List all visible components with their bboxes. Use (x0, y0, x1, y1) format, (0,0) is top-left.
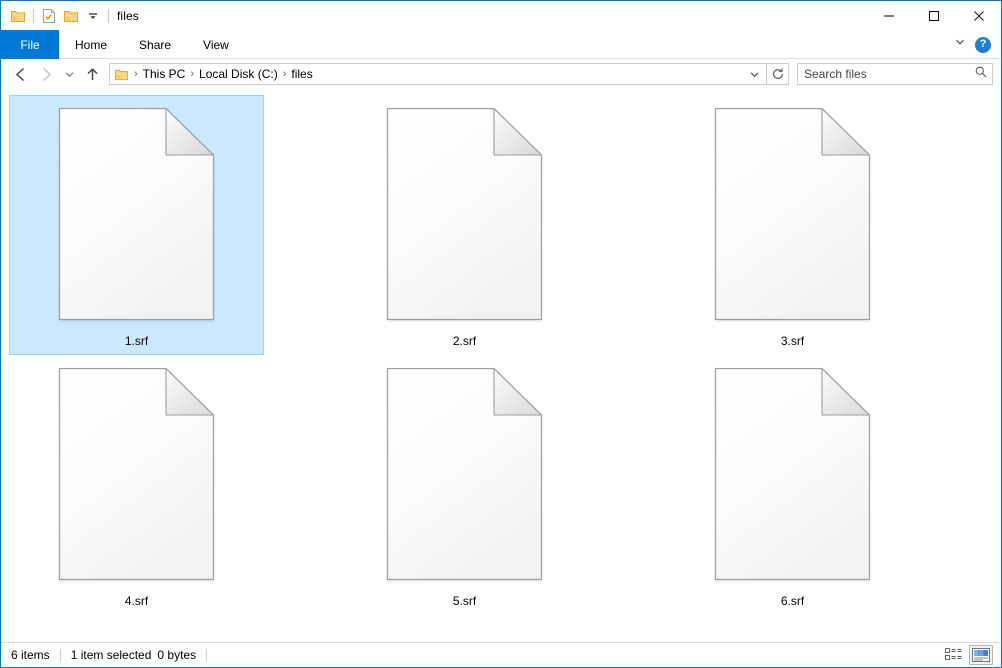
file-label: 4.srf (124, 594, 149, 608)
up-button[interactable] (79, 61, 105, 87)
view-mode-buttons (941, 645, 993, 665)
properties-icon[interactable] (38, 5, 60, 27)
status-selection: 1 item selected (70, 648, 152, 662)
large-icons-view-button[interactable] (969, 645, 993, 665)
search-input[interactable] (804, 67, 974, 81)
new-folder-icon[interactable] (60, 5, 82, 27)
ribbon-tabs: File Home Share View ? (1, 30, 1001, 59)
explorer-window: files File Home Share View ? › This PC ›… (0, 0, 1002, 668)
ribbon-right-controls: ? (953, 30, 997, 59)
breadcrumb-folder-icon[interactable] (114, 67, 129, 82)
details-view-button[interactable] (941, 645, 965, 665)
file-label: 3.srf (780, 334, 805, 348)
window-title: files (117, 8, 139, 23)
file-page-icon (387, 107, 543, 320)
file-item[interactable]: 4.srf (9, 355, 264, 615)
breadcrumb-separator-0: › (134, 68, 138, 80)
file-item[interactable]: 2.srf (337, 95, 592, 355)
file-item[interactable]: 5.srf (337, 355, 592, 615)
file-page-icon (387, 367, 543, 580)
status-bar: 6 items 1 item selected 0 bytes (1, 642, 1001, 667)
back-button[interactable] (7, 61, 33, 87)
status-separator-2 (206, 648, 208, 662)
breadcrumb-item-this-pc[interactable]: This PC (140, 67, 189, 81)
file-page-icon (715, 367, 871, 580)
status-item-count: 6 items (11, 648, 50, 662)
quick-access-toolbar: files (1, 1, 139, 30)
tab-home[interactable]: Home (59, 30, 123, 59)
search-icon[interactable] (974, 65, 988, 84)
qat-chevron-down-icon[interactable] (82, 5, 104, 27)
status-separator-1 (59, 648, 61, 662)
breadcrumb-item-local-disk[interactable]: Local Disk (C:) (196, 67, 281, 81)
ribbon-collapse-chevron-down-icon[interactable] (953, 35, 967, 54)
status-size: 0 bytes (157, 648, 197, 662)
file-label: 5.srf (452, 594, 477, 608)
search-box[interactable] (797, 63, 993, 85)
window-controls (866, 1, 1001, 30)
tab-file[interactable]: File (1, 30, 59, 59)
breadcrumb-item-files[interactable]: files (288, 67, 315, 81)
breadcrumb[interactable]: › This PC › Local Disk (C:) › files (109, 63, 767, 85)
qat-separator-2 (108, 8, 109, 23)
help-icon[interactable]: ? (975, 36, 991, 53)
qat-separator-1 (33, 8, 34, 23)
title-bar: files (1, 1, 1001, 30)
refresh-button[interactable] (767, 63, 789, 85)
recent-locations-chevron-down-icon[interactable] (59, 61, 79, 87)
address-bar: › This PC › Local Disk (C:) › files (1, 59, 1001, 89)
address-dropdown-chevron-down-icon[interactable] (744, 64, 764, 84)
file-page-icon (59, 107, 215, 320)
file-page-icon (715, 107, 871, 320)
file-item[interactable]: 3.srf (665, 95, 920, 355)
file-label: 6.srf (780, 594, 805, 608)
file-item[interactable]: 1.srf (9, 95, 264, 355)
tab-share[interactable]: Share (123, 30, 187, 59)
tab-view[interactable]: View (187, 30, 245, 59)
file-page-icon (59, 367, 215, 580)
forward-button[interactable] (33, 61, 59, 87)
close-button[interactable] (956, 1, 1001, 30)
folder-icon[interactable] (7, 5, 29, 27)
file-label: 1.srf (124, 334, 149, 348)
file-list-view[interactable]: 1.srf 2.srf 3.srf 4.srf 5.srf 6.srf (1, 89, 1001, 642)
breadcrumb-separator-2: › (282, 68, 287, 80)
minimize-button[interactable] (866, 1, 911, 30)
file-grid: 1.srf 2.srf 3.srf 4.srf 5.srf 6.srf (9, 95, 1001, 615)
file-item[interactable]: 6.srf (665, 355, 920, 615)
breadcrumb-separator-1: › (190, 68, 195, 80)
maximize-button[interactable] (911, 1, 956, 30)
file-label: 2.srf (452, 334, 477, 348)
